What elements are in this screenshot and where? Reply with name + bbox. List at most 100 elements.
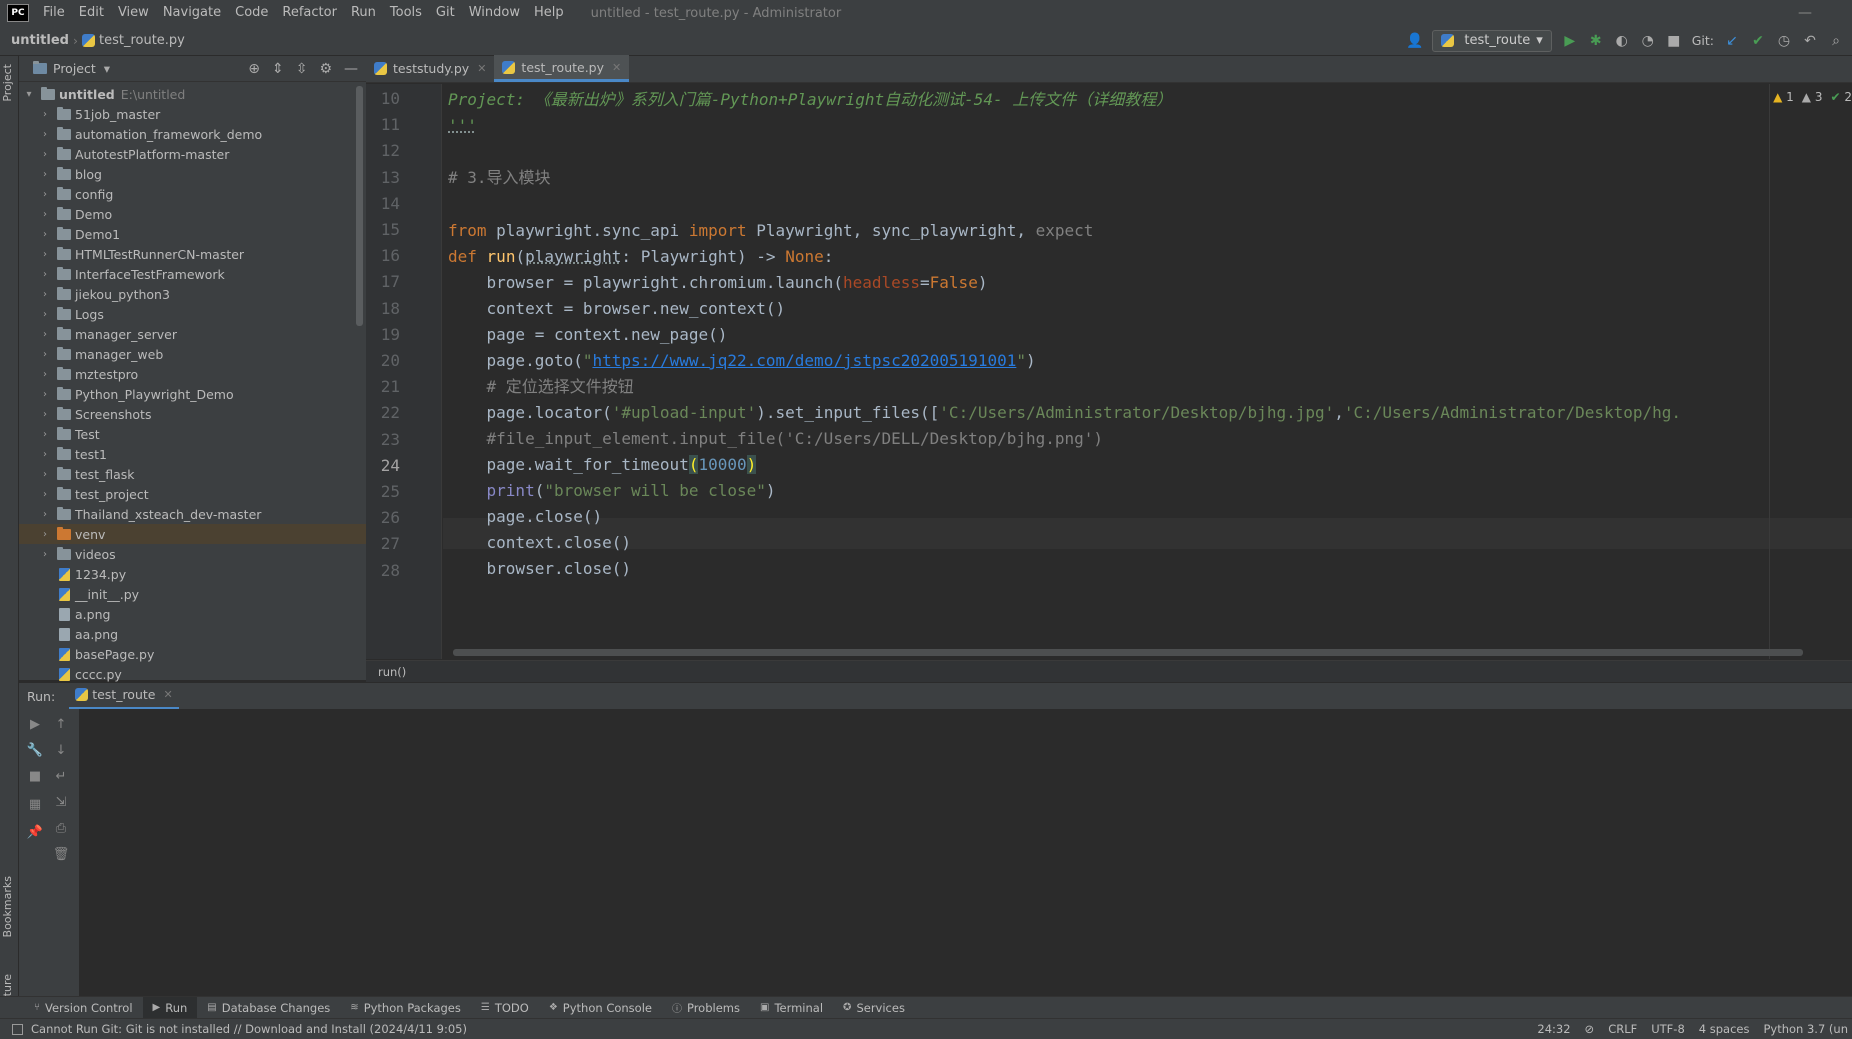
git-history-icon[interactable]: ◷ bbox=[1776, 33, 1792, 49]
tree-scrollbar[interactable] bbox=[356, 86, 363, 326]
menu-edit[interactable]: Edit bbox=[72, 0, 111, 26]
project-tool-tab[interactable]: Project bbox=[1, 64, 14, 102]
line-number[interactable]: 11 bbox=[374, 115, 400, 134]
menu-git[interactable]: Git bbox=[429, 0, 462, 26]
stop-icon[interactable]: ■ bbox=[1666, 33, 1682, 49]
indent-setting[interactable]: 4 spaces bbox=[1699, 1022, 1750, 1036]
editor-breadcrumb[interactable]: run() bbox=[366, 660, 1852, 682]
ok-count[interactable]: ✔ 2 bbox=[1830, 90, 1852, 104]
coverage-icon[interactable]: ◐ bbox=[1614, 33, 1630, 49]
chevron-right-icon[interactable]: › bbox=[39, 149, 51, 160]
menu-tools[interactable]: Tools bbox=[383, 0, 429, 26]
collapse-all-icon[interactable]: ⇳ bbox=[296, 61, 308, 77]
run-config-selector[interactable]: test_route ▾ bbox=[1432, 29, 1552, 52]
hide-icon[interactable]: — bbox=[344, 61, 358, 77]
caret-position[interactable]: 24:32 bbox=[1537, 1022, 1570, 1036]
line-number[interactable]: 13 bbox=[374, 168, 400, 187]
git-commit-icon[interactable]: ✔ bbox=[1750, 33, 1766, 49]
line-number[interactable]: 20 bbox=[374, 351, 400, 370]
tree-item[interactable]: › config bbox=[19, 184, 366, 204]
layout-icon[interactable]: ▦ bbox=[25, 797, 45, 812]
tree-item[interactable]: › AutotestPlatform-master bbox=[19, 144, 366, 164]
chevron-right-icon[interactable]: › bbox=[39, 189, 51, 200]
tree-item[interactable]: › mztestpro bbox=[19, 364, 366, 384]
tree-item[interactable]: › videos bbox=[19, 544, 366, 564]
line-number[interactable]: 23 bbox=[374, 430, 400, 449]
menu-code[interactable]: Code bbox=[228, 0, 275, 26]
line-number[interactable]: 18 bbox=[374, 299, 400, 318]
close-icon[interactable]: ✕ bbox=[163, 688, 172, 701]
weak-warnings-count[interactable]: ▲ 3 bbox=[1802, 90, 1823, 104]
gear-icon[interactable]: ⚙ bbox=[319, 61, 332, 77]
line-number[interactable]: 25 bbox=[374, 482, 400, 501]
tree-item[interactable]: __init__.py bbox=[19, 584, 366, 604]
chevron-right-icon[interactable]: › bbox=[39, 449, 51, 460]
tree-item[interactable]: › Screenshots bbox=[19, 404, 366, 424]
chevron-down-icon[interactable]: ▾ bbox=[104, 61, 110, 76]
minimize-icon[interactable]: — bbox=[1798, 5, 1812, 21]
chevron-right-icon[interactable]: › bbox=[39, 129, 51, 140]
tree-item[interactable]: › Test bbox=[19, 424, 366, 444]
bookmarks-tool-tab[interactable]: Bookmarks bbox=[1, 876, 14, 937]
line-number[interactable]: 16 bbox=[374, 246, 400, 265]
chevron-right-icon[interactable]: › bbox=[39, 269, 51, 280]
rerun-icon[interactable]: ▶ bbox=[25, 717, 45, 732]
breadcrumb-project[interactable]: untitled bbox=[11, 33, 69, 48]
line-number[interactable]: 10 bbox=[374, 89, 400, 108]
tree-item[interactable]: › HTMLTestRunnerCN-master bbox=[19, 244, 366, 264]
chevron-right-icon[interactable]: › bbox=[39, 469, 51, 480]
line-number[interactable]: 28 bbox=[374, 561, 400, 580]
chevron-right-icon[interactable]: › bbox=[39, 309, 51, 320]
down-arrow-icon[interactable]: ↓ bbox=[51, 743, 71, 758]
tree-item[interactable]: › manager_server bbox=[19, 324, 366, 344]
tool-python-packages[interactable]: ≋ Python Packages bbox=[340, 997, 471, 1019]
close-icon[interactable]: ✕ bbox=[612, 61, 621, 74]
menu-file[interactable]: File bbox=[36, 0, 72, 26]
menu-help[interactable]: Help bbox=[527, 0, 571, 26]
tool-todo[interactable]: ☰ TODO bbox=[471, 997, 539, 1019]
chevron-right-icon[interactable]: › bbox=[39, 169, 51, 180]
tool-database-changes[interactable]: ▤ Database Changes bbox=[197, 997, 340, 1019]
up-arrow-icon[interactable]: ↑ bbox=[51, 717, 71, 732]
chevron-down-icon[interactable]: ▾ bbox=[23, 89, 35, 100]
locate-icon[interactable]: ⊕ bbox=[248, 61, 260, 77]
tree-item[interactable]: › Logs bbox=[19, 304, 366, 324]
chevron-right-icon[interactable]: › bbox=[39, 109, 51, 120]
menu-run[interactable]: Run bbox=[344, 0, 383, 26]
chevron-right-icon[interactable]: › bbox=[39, 409, 51, 420]
line-number[interactable]: 12 bbox=[374, 141, 400, 160]
chevron-right-icon[interactable]: › bbox=[39, 509, 51, 520]
line-number[interactable]: 27 bbox=[374, 534, 400, 553]
git-update-icon[interactable]: ↙ bbox=[1724, 33, 1740, 49]
tab-teststudy[interactable]: teststudy.py ✕ bbox=[366, 55, 494, 82]
line-number[interactable]: 22 bbox=[374, 403, 400, 422]
tree-item[interactable]: 1234.py bbox=[19, 564, 366, 584]
tree-item[interactable]: aa.png bbox=[19, 624, 366, 644]
print-icon[interactable]: ⎙ bbox=[51, 821, 71, 836]
line-number[interactable]: 14 bbox=[374, 194, 400, 213]
expand-all-icon[interactable]: ⇕ bbox=[272, 61, 284, 77]
chevron-right-icon[interactable]: › bbox=[39, 329, 51, 340]
wrench-icon[interactable]: 🔧 bbox=[25, 743, 45, 758]
tree-item[interactable]: › test_flask bbox=[19, 464, 366, 484]
tree-item[interactable]: › Demo1 bbox=[19, 224, 366, 244]
chevron-right-icon[interactable]: › bbox=[39, 229, 51, 240]
stop-icon[interactable]: ■ bbox=[25, 769, 45, 784]
run-tab-test-route[interactable]: test_route ✕ bbox=[69, 683, 179, 710]
close-icon[interactable]: ✕ bbox=[477, 62, 486, 75]
breadcrumb-file[interactable]: test_route.py bbox=[99, 33, 185, 48]
tree-item[interactable]: › venv bbox=[19, 524, 366, 544]
tree-item[interactable]: a.png bbox=[19, 604, 366, 624]
user-icon[interactable]: 👤 bbox=[1406, 33, 1423, 49]
chevron-right-icon[interactable]: › bbox=[39, 429, 51, 440]
tree-item[interactable]: › InterfaceTestFramework bbox=[19, 264, 366, 284]
menu-view[interactable]: View bbox=[111, 0, 156, 26]
tree-item[interactable]: › test1 bbox=[19, 444, 366, 464]
chevron-right-icon[interactable]: › bbox=[39, 349, 51, 360]
chevron-right-icon[interactable]: › bbox=[39, 489, 51, 500]
trash-icon[interactable]: 🗑 bbox=[51, 847, 71, 862]
chevron-right-icon[interactable]: › bbox=[39, 289, 51, 300]
file-encoding[interactable]: UTF-8 bbox=[1651, 1022, 1685, 1036]
line-number[interactable]: 17 bbox=[374, 272, 400, 291]
project-view-selector[interactable]: Project bbox=[53, 61, 96, 76]
